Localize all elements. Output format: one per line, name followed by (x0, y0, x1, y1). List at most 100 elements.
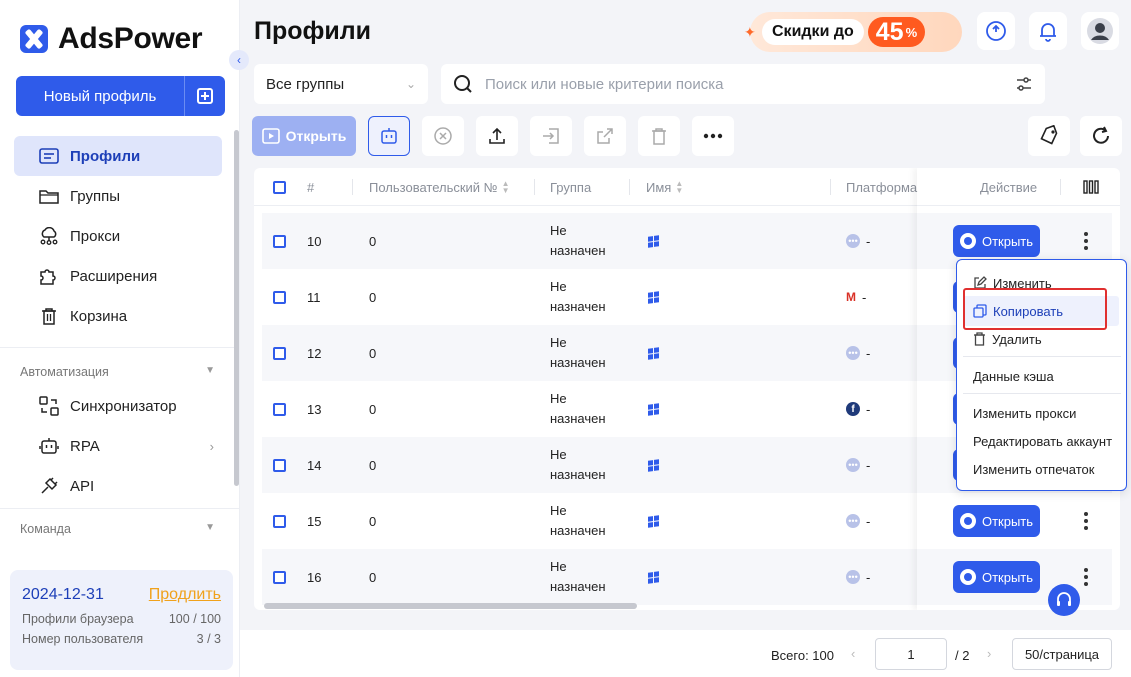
play-window-icon (261, 128, 280, 144)
automation-section-header[interactable]: Автоматизация ▼ (20, 365, 215, 379)
open-profile-button[interactable]: Открыть (953, 561, 1040, 593)
group-line: назначен (550, 523, 606, 538)
row-checkbox[interactable] (273, 402, 286, 416)
delete-selected-button[interactable] (638, 116, 680, 156)
annotation-highlight-box (963, 288, 1107, 330)
group-line: Не (550, 503, 567, 518)
team-section-header[interactable]: Команда ▼ (20, 522, 215, 536)
subscription-card: 2024-12-31 Продлить Профили браузера 100… (10, 570, 233, 670)
promo-badge: 45% (867, 17, 926, 47)
menu-item-cache-data[interactable]: Данные кэша (973, 362, 1054, 390)
row-checkbox[interactable] (273, 570, 286, 584)
export-button[interactable] (476, 116, 518, 156)
user-avatar-button[interactable] (1081, 12, 1119, 50)
menu-item-label: Редактировать аккаунт (973, 433, 1113, 449)
platform-generic-icon: ••• (846, 458, 860, 472)
new-profile-button[interactable]: Новый профиль (16, 76, 185, 116)
chevron-down-icon: ⌄ (405, 77, 416, 91)
next-page-button[interactable]: › (987, 646, 991, 661)
search-input[interactable] (485, 75, 1003, 93)
proxy-icon (38, 226, 60, 246)
sidebar-item-trash[interactable]: Корзина (14, 296, 222, 336)
open-profile-button[interactable]: Открыть (953, 225, 1040, 257)
platform-generic-icon: ••• (846, 346, 860, 360)
horizontal-scrollbar[interactable] (264, 603, 637, 609)
table-row[interactable]: 16 0 Не назначен ••• - Открыть (262, 549, 1112, 605)
col-name[interactable]: Имя ▲ ▼ (646, 168, 683, 206)
sidebar-item-rpa[interactable]: RPA › (14, 426, 222, 466)
more-actions-button[interactable] (692, 116, 734, 156)
sidebar-item-synchronizer[interactable]: Синхронизатор (14, 386, 222, 426)
group-select[interactable]: Все группы ⌄ (254, 64, 428, 104)
share-button[interactable] (584, 116, 626, 156)
col-user-no[interactable]: Пользовательский № ▲ ▼ (369, 168, 510, 206)
move-icon (543, 128, 559, 144)
more-vertical-icon[interactable] (1084, 232, 1088, 250)
menu-item-change-proxy[interactable]: Изменить прокси (973, 399, 1076, 427)
rpa-button[interactable] (368, 116, 410, 156)
select-all-checkbox[interactable] (273, 180, 286, 194)
page-size-select[interactable]: 50/страница (1012, 638, 1112, 670)
menu-item-change-fingerprint[interactable]: Изменить отпечаток (973, 455, 1094, 483)
row-name (648, 381, 659, 437)
robot-icon (381, 128, 397, 144)
sidebar-item-proxy[interactable]: Прокси (14, 216, 222, 256)
promo-banner[interactable]: ✦ Скидки до 45% (744, 12, 962, 52)
open-selected-button[interactable]: Открыть (252, 116, 356, 156)
row-checkbox[interactable] (273, 346, 286, 360)
group-line: Не (550, 335, 567, 350)
prev-page-button[interactable]: ‹ (851, 646, 855, 661)
column-settings-icon[interactable] (1083, 168, 1099, 206)
close-browsers-button[interactable] (422, 116, 464, 156)
sidebar-item-label: Прокси (70, 227, 121, 245)
sidebar-item-groups[interactable]: Группы (14, 176, 222, 216)
group-line: назначен (550, 579, 606, 594)
row-group: Не назначен (550, 325, 606, 381)
puzzle-icon (38, 266, 60, 286)
facebook-icon: f (846, 402, 860, 416)
sidebar-item-label: Группы (70, 187, 120, 205)
more-vertical-icon[interactable] (1084, 512, 1088, 530)
row-group: Не назначен (550, 381, 606, 437)
bell-icon (1040, 23, 1056, 42)
sidebar-item-profiles[interactable]: Профили (14, 136, 222, 176)
row-num: 15 (307, 513, 322, 529)
gmail-icon: M (846, 290, 856, 304)
headset-icon (1057, 592, 1071, 606)
col-group: Группа (550, 179, 592, 195)
row-group: Не назначен (550, 213, 606, 269)
platform-generic-icon: ••• (846, 234, 860, 248)
menu-item-label: Изменить отпечаток (973, 461, 1095, 477)
menu-item-edit-account[interactable]: Редактировать аккаунт (973, 427, 1112, 455)
batch-add-button[interactable] (185, 76, 225, 116)
row-checkbox[interactable] (273, 458, 286, 472)
row-num: 13 (307, 401, 322, 417)
tags-button[interactable] (1028, 116, 1070, 156)
chrome-icon (959, 513, 976, 529)
sidebar: AdsPower Новый профиль Профили Группы Пр… (0, 0, 240, 677)
support-chat-button[interactable] (1048, 584, 1080, 616)
table-row[interactable]: 15 0 Не назначен ••• - Открыть (262, 493, 1112, 549)
refresh-button[interactable] (1080, 116, 1122, 156)
row-checkbox[interactable] (273, 514, 286, 528)
more-vertical-icon[interactable] (1084, 568, 1088, 586)
sidebar-item-extensions[interactable]: Расширения (14, 256, 222, 296)
row-num: 16 (307, 569, 322, 585)
total-count: Всего: 100 (771, 648, 835, 663)
extend-link[interactable]: Продлить (149, 586, 221, 604)
sidebar-scrollbar[interactable] (234, 130, 239, 486)
move-to-group-button[interactable] (530, 116, 572, 156)
sidebar-item-api[interactable]: API (14, 466, 222, 506)
row-checkbox[interactable] (273, 234, 286, 248)
row-name (648, 549, 659, 605)
open-profile-button[interactable]: Открыть (953, 505, 1040, 537)
collapse-sidebar-button[interactable]: ‹ (229, 50, 249, 70)
row-platform: ••• - (846, 493, 870, 549)
page-number-input[interactable]: 1 (875, 638, 947, 670)
filter-settings-icon[interactable] (1015, 76, 1033, 92)
sync-icon (38, 396, 60, 416)
section-label: Автоматизация (20, 365, 109, 379)
row-checkbox[interactable] (273, 290, 286, 304)
notifications-button[interactable] (1029, 12, 1067, 50)
update-button[interactable] (977, 12, 1015, 50)
